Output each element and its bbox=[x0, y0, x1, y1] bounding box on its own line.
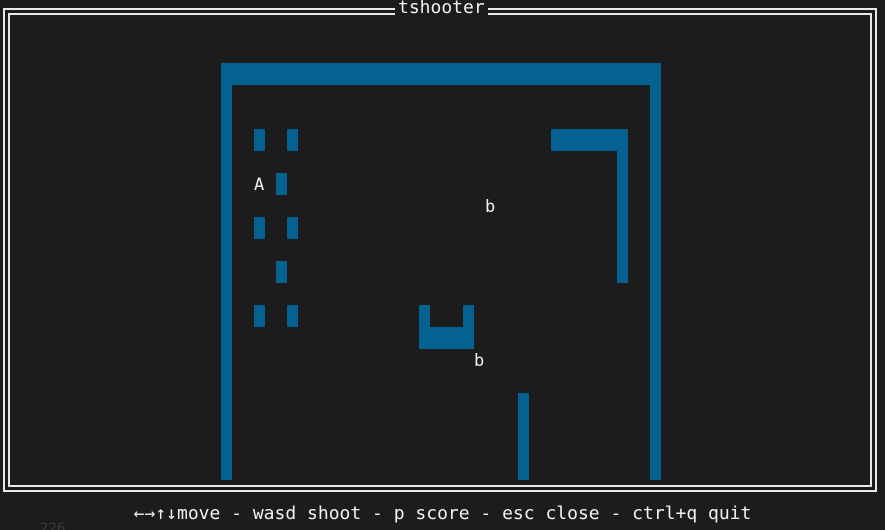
background-terminal-text: 226 bbox=[40, 521, 66, 530]
arena-left-wall bbox=[221, 63, 232, 480]
wall-block bbox=[276, 261, 287, 283]
enemy-character: b bbox=[485, 197, 496, 217]
arena-right-wall bbox=[650, 63, 661, 480]
wall-block bbox=[254, 217, 265, 239]
corner-wall-vertical bbox=[617, 129, 628, 283]
wall-block bbox=[287, 217, 298, 239]
game-screen: tshooter A b b ←→↑↓move - wasd shoot - p… bbox=[0, 0, 885, 530]
wall-block bbox=[276, 173, 287, 195]
arena-top-wall bbox=[221, 63, 661, 85]
wall-block bbox=[254, 129, 265, 151]
window-title: tshooter bbox=[395, 0, 488, 19]
player-character: A bbox=[254, 175, 265, 195]
controls-help: ←→↑↓move - wasd shoot - p score - esc cl… bbox=[133, 503, 752, 524]
enemy-character: b bbox=[474, 351, 485, 371]
wall-block bbox=[254, 305, 265, 327]
u-wall-bottom bbox=[419, 327, 474, 349]
wall-block bbox=[287, 129, 298, 151]
pillar-wall bbox=[518, 393, 529, 480]
wall-block bbox=[287, 305, 298, 327]
